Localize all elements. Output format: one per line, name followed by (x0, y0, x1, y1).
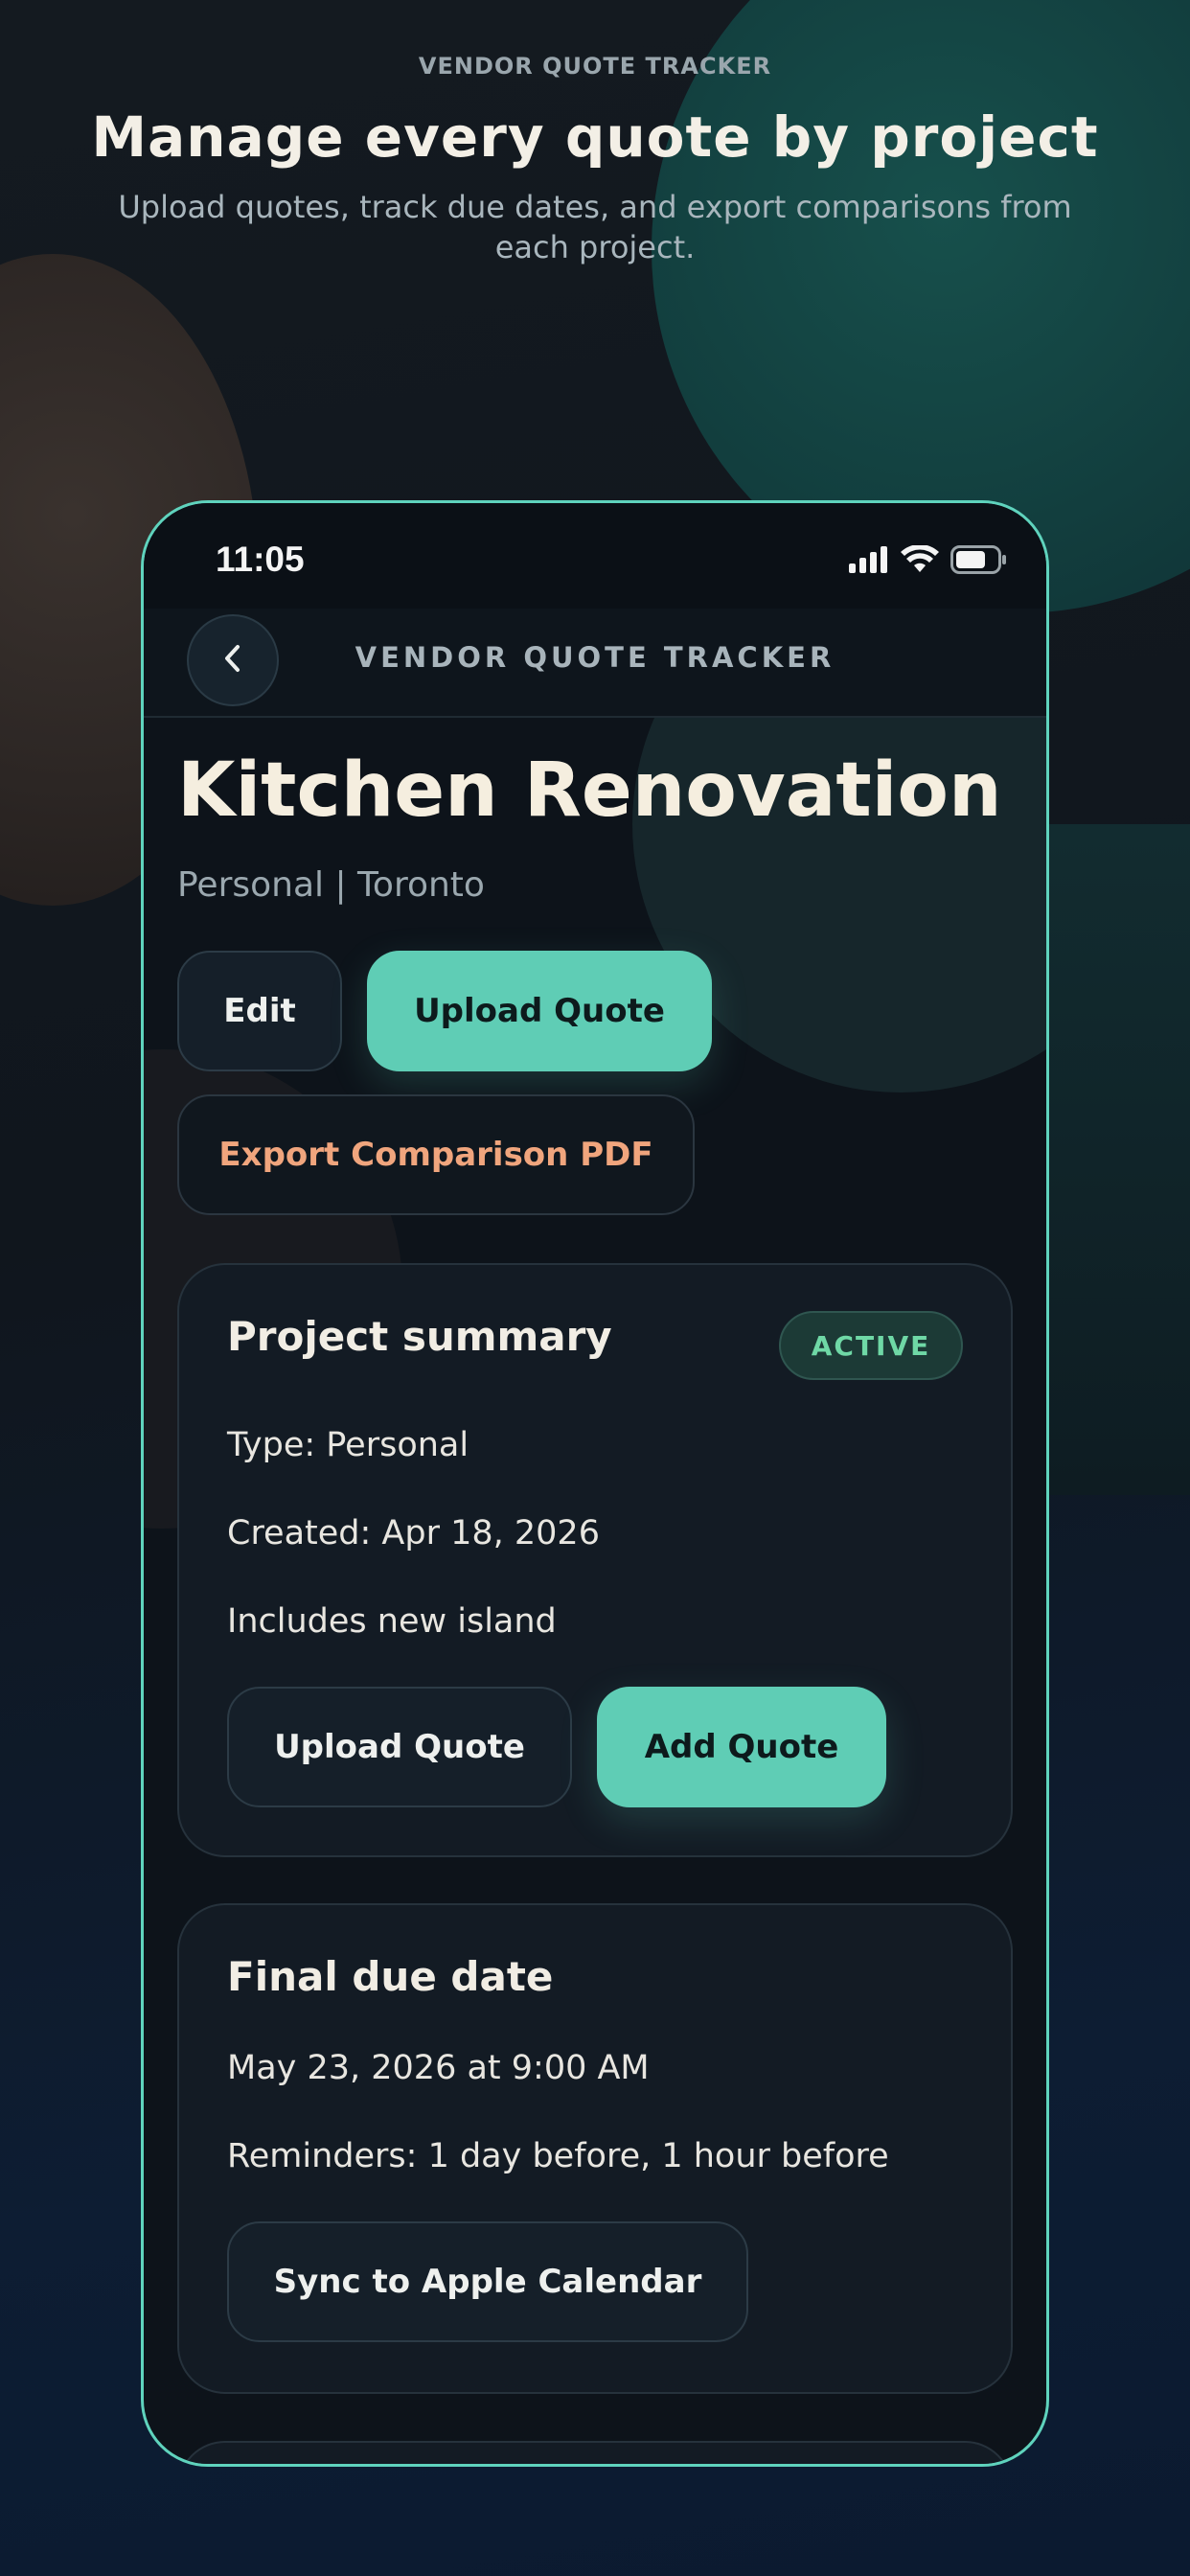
card-title: Final due date (227, 1953, 554, 2000)
add-quote-button[interactable]: Add Quote (597, 1687, 886, 1807)
battery-icon (950, 545, 1008, 578)
cellular-signal-icon (849, 546, 889, 577)
next-card-peek (177, 2441, 1013, 2464)
marketing-headline: Manage every quote by project (91, 104, 1099, 170)
project-type: Type: Personal (227, 1426, 469, 1464)
wifi-icon (901, 544, 939, 578)
status-bar: 11:05 (144, 503, 1046, 609)
project-note: Includes new island (227, 1602, 557, 1641)
marketing-subhead: Upload quotes, track due dates, and expo… (118, 189, 1072, 265)
phone-frame: 11:05 VENDOR QUOTE TRACKER Kitchen Renov… (141, 500, 1049, 2467)
status-badge: ACTIVE (779, 1311, 963, 1380)
marketing-eyebrow: VENDOR QUOTE TRACKER (418, 53, 772, 80)
project-subtitle: Personal | Toronto (177, 865, 485, 905)
marketing-header: VENDOR QUOTE TRACKER Manage every quote … (0, 53, 1190, 267)
status-icons (849, 544, 1008, 578)
nav-title: VENDOR QUOTE TRACKER (355, 641, 835, 674)
export-comparison-pdf-button[interactable]: Export Comparison PDF (177, 1094, 695, 1215)
upload-quote-button[interactable]: Upload Quote (367, 951, 712, 1071)
reminders: Reminders: 1 day before, 1 hour before (227, 2137, 889, 2175)
upload-quote-button[interactable]: Upload Quote (227, 1687, 572, 1807)
navigation-bar: VENDOR QUOTE TRACKER (144, 609, 1046, 718)
project-title: Kitchen Renovation (177, 748, 1002, 834)
status-time: 11:05 (216, 540, 305, 579)
edit-button[interactable]: Edit (177, 951, 342, 1071)
sync-to-apple-calendar-button[interactable]: Sync to Apple Calendar (227, 2221, 748, 2342)
card-title: Project summary (227, 1313, 612, 1360)
app-store-screenshot: VENDOR QUOTE TRACKER Manage every quote … (0, 0, 1190, 2576)
due-date: May 23, 2026 at 9:00 AM (227, 2049, 650, 2087)
final-due-date-card: Final due date May 23, 2026 at 9:00 AM R… (177, 1903, 1013, 2394)
project-summary-card: Project summary ACTIVE Type: Personal Cr… (177, 1263, 1013, 1857)
project-created-date: Created: Apr 18, 2026 (227, 1514, 600, 1552)
